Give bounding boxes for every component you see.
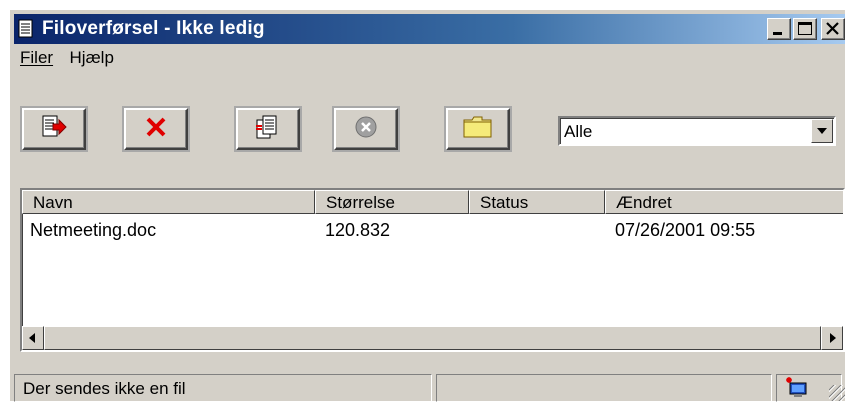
- filter-dropdown[interactable]: Alle: [558, 116, 836, 146]
- document-icon: [18, 19, 35, 39]
- status-text: Der sendes ikke en fil: [23, 379, 186, 398]
- title-bar[interactable]: Filoverførsel - Ikke ledig: [14, 14, 845, 44]
- column-header-name-label: Navn: [33, 193, 73, 212]
- send-file-icon: [39, 114, 69, 145]
- minimize-button[interactable]: [767, 18, 791, 40]
- scrollbar-thumb[interactable]: [44, 326, 821, 350]
- column-header-status[interactable]: Status: [469, 190, 605, 214]
- copy-file-button[interactable]: [236, 108, 300, 150]
- file-size: 120.832: [325, 220, 391, 240]
- send-file-button[interactable]: [22, 108, 86, 150]
- column-header-modified-label: Ændret: [616, 193, 672, 212]
- delete-icon: [144, 116, 168, 143]
- menu-filer-label: Filer: [20, 48, 54, 67]
- file-transfer-window: Filoverførsel - Ikke ledig Filer Hjælp A…: [10, 10, 845, 404]
- menu-filer[interactable]: Filer: [14, 46, 59, 68]
- menu-hjaelp[interactable]: Hjælp: [64, 46, 120, 68]
- column-header-size[interactable]: Størrelse: [315, 190, 469, 214]
- menu-hjaelp-label: Hjælp: [69, 48, 114, 67]
- column-header-status-label: Status: [480, 193, 529, 212]
- copy-file-icon: [253, 114, 283, 145]
- horizontal-scrollbar[interactable]: [22, 326, 843, 350]
- column-header-modified[interactable]: Ændret: [605, 190, 843, 214]
- resize-grip[interactable]: [829, 385, 845, 401]
- menu-bar: Filer Hjælp: [14, 46, 120, 70]
- column-header-size-label: Størrelse: [326, 193, 395, 212]
- delete-button[interactable]: [124, 108, 188, 150]
- cancel-circle-icon: [353, 114, 379, 145]
- status-bar: Der sendes ikke en fil: [10, 366, 845, 404]
- column-header-name[interactable]: Navn: [22, 190, 315, 214]
- table-row[interactable]: Netmeeting.doc 120.832 07/26/2001 09:55: [22, 216, 843, 242]
- status-panel-middle: [436, 374, 772, 402]
- network-computer-icon: [785, 377, 811, 404]
- maximize-button[interactable]: [793, 18, 817, 40]
- scroll-left-button[interactable]: [22, 326, 44, 350]
- file-list[interactable]: Navn Størrelse Status Ændret Netmeeting.…: [20, 188, 845, 352]
- dropdown-arrow-icon[interactable]: [811, 119, 833, 143]
- folder-icon: [462, 114, 494, 145]
- file-modified: 07/26/2001 09:55: [615, 220, 756, 240]
- close-button[interactable]: [821, 18, 845, 40]
- toolbar: Alle: [10, 100, 845, 180]
- file-name: Netmeeting.doc: [30, 220, 157, 240]
- scroll-right-button[interactable]: [821, 326, 843, 350]
- window-title: Filoverførsel - Ikke ledig: [42, 18, 265, 39]
- cancel-transfer-button[interactable]: [334, 108, 398, 150]
- status-panel-main: Der sendes ikke en fil: [14, 374, 432, 402]
- filter-dropdown-value: Alle: [564, 122, 593, 141]
- open-folder-button[interactable]: [446, 108, 510, 150]
